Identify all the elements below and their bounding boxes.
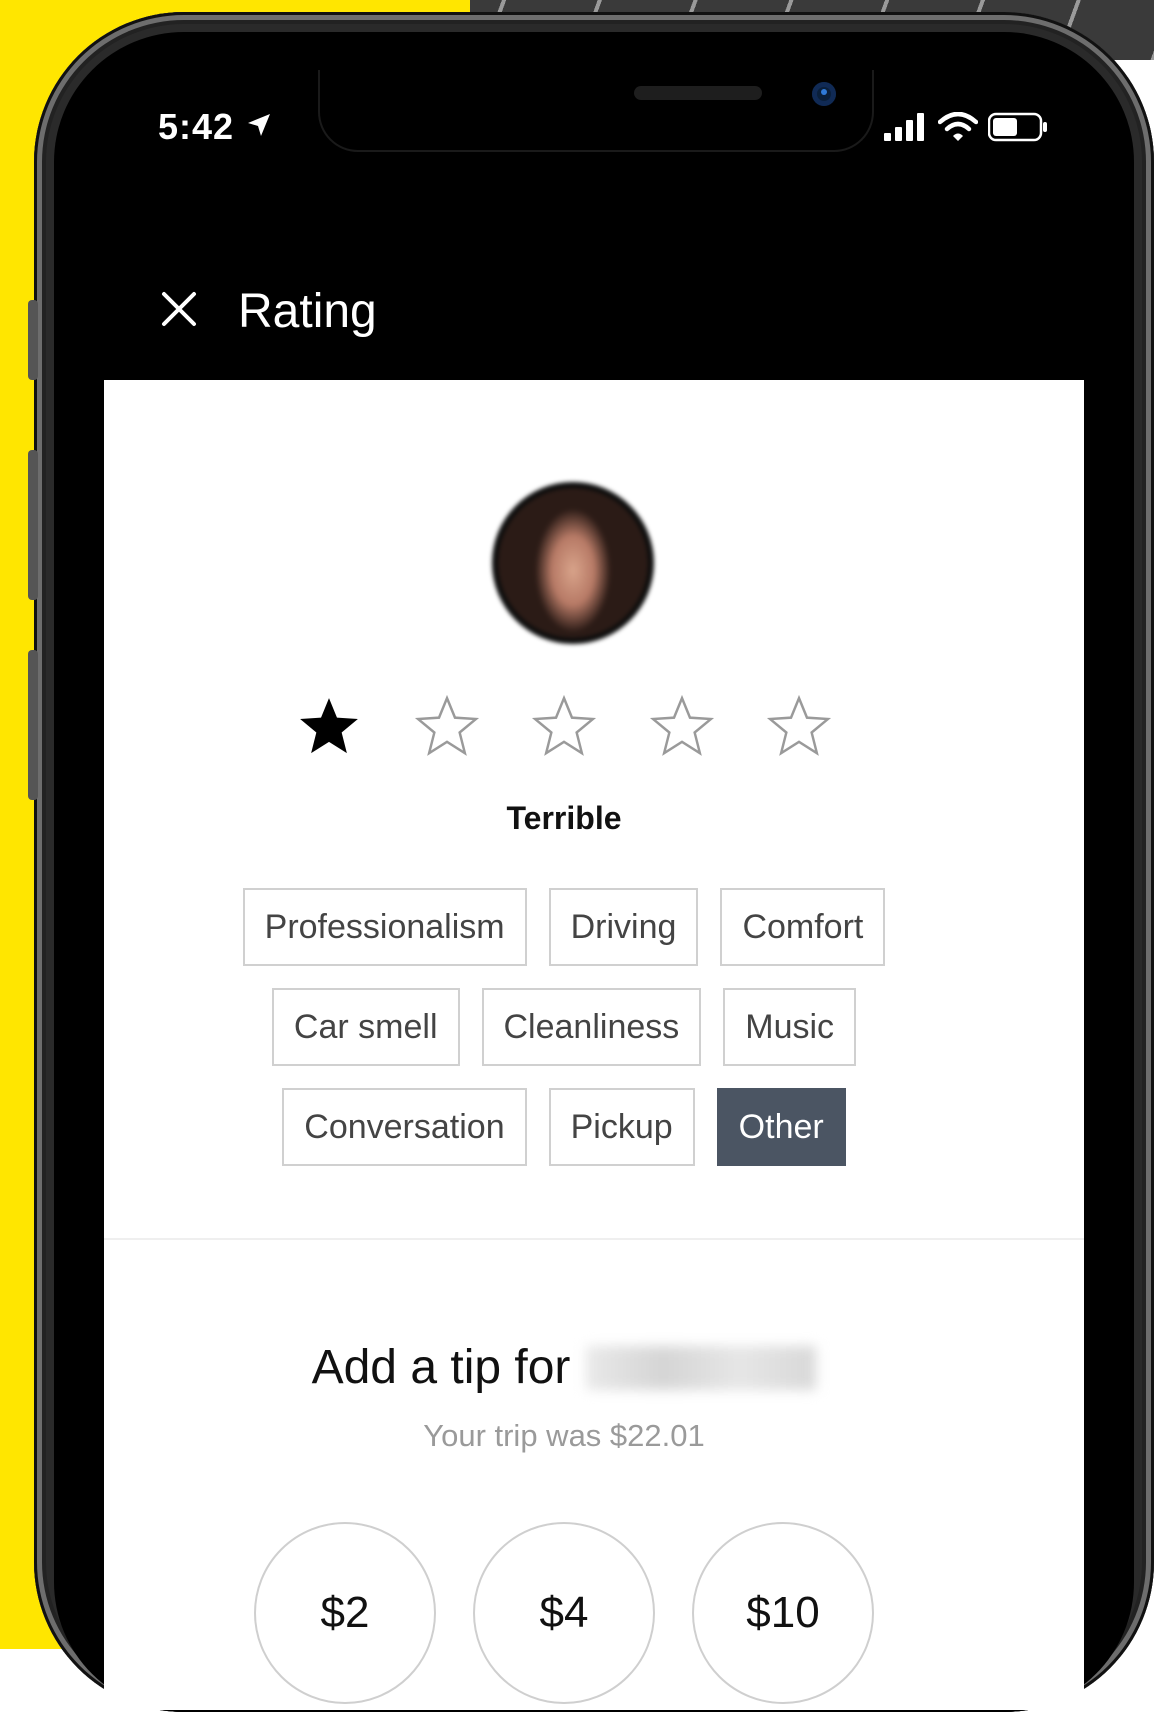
star-rating	[294, 692, 834, 762]
feedback-chips: Professionalism Driving Comfort Car smel…	[104, 888, 1024, 1188]
star-filled-icon	[300, 698, 358, 754]
star-outline-icon	[531, 694, 597, 756]
front-camera	[812, 82, 836, 106]
chip-row-2: Car smell Cleanliness Music	[104, 988, 1024, 1066]
notch	[318, 70, 874, 152]
section-divider	[104, 1238, 1084, 1240]
chip-music[interactable]: Music	[723, 988, 857, 1066]
rating-content: Terrible Professionalism Driving Comfort…	[104, 380, 1084, 1710]
tip-options: $2 $4 $10	[254, 1522, 874, 1704]
chip-comfort[interactable]: Comfort	[720, 888, 886, 966]
phone-screen: 5:42 Rating Terrible Professionalism Dri…	[104, 70, 1084, 1710]
speaker-grille	[634, 86, 762, 100]
tip-title: Add a tip for	[311, 1341, 571, 1394]
chip-row-1: Professionalism Driving Comfort	[104, 888, 1024, 966]
chip-pickup[interactable]: Pickup	[548, 1088, 695, 1166]
driver-name-redacted	[586, 1345, 817, 1390]
star-5[interactable]	[764, 692, 834, 762]
battery-icon	[988, 112, 1047, 142]
wifi-icon	[938, 112, 978, 141]
tip-heading: Add a tip for	[104, 1340, 1024, 1395]
status-icons	[884, 112, 1048, 142]
status-time: 5:42	[158, 106, 235, 147]
driver-avatar	[498, 488, 648, 638]
rating-header: Rating	[104, 200, 1084, 380]
volume-up-button	[28, 450, 38, 600]
mute-switch	[28, 300, 38, 380]
location-arrow-icon	[248, 114, 270, 136]
chip-conversation[interactable]: Conversation	[282, 1088, 527, 1166]
star-2[interactable]	[412, 692, 482, 762]
star-1[interactable]	[294, 692, 364, 762]
chip-professionalism[interactable]: Professionalism	[242, 888, 527, 966]
cellular-signal-icon	[884, 113, 924, 141]
chip-driving[interactable]: Driving	[548, 888, 699, 966]
star-outline-icon	[649, 694, 714, 756]
trip-total: Your trip was $22.01	[423, 1418, 705, 1453]
chip-cleanliness[interactable]: Cleanliness	[481, 988, 702, 1066]
close-icon[interactable]	[160, 290, 198, 328]
page-title: Rating	[238, 285, 377, 338]
volume-down-button	[28, 650, 38, 800]
chip-row-3: Conversation Pickup Other	[104, 1088, 1024, 1166]
chip-other[interactable]: Other	[716, 1088, 846, 1166]
star-outline-icon	[414, 694, 479, 756]
tip-option-4[interactable]: $4	[473, 1522, 655, 1704]
tip-option-2[interactable]: $2	[254, 1522, 436, 1704]
rating-label: Terrible	[506, 800, 622, 836]
star-outline-icon	[766, 694, 832, 756]
tip-option-10[interactable]: $10	[692, 1522, 874, 1704]
star-3[interactable]	[529, 692, 599, 762]
star-4[interactable]	[647, 692, 717, 762]
chip-car-smell[interactable]: Car smell	[271, 988, 460, 1066]
